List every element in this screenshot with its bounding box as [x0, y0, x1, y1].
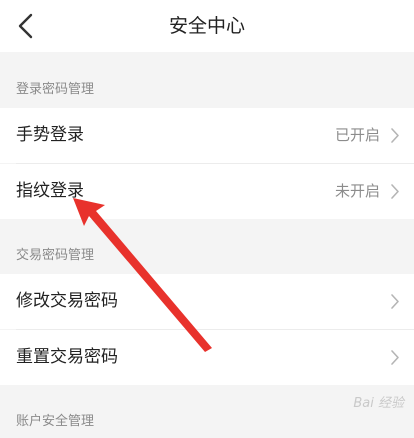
row-reset-trade-password[interactable]: 重置交易密码	[0, 330, 414, 385]
page-title: 安全中心	[168, 15, 245, 37]
row-fingerprint-login[interactable]: 指纹登录 未开启	[0, 164, 414, 219]
chevron-right-icon	[391, 294, 399, 309]
section-header-trade-password: 交易密码管理	[16, 248, 95, 263]
chevron-right-icon	[391, 184, 399, 199]
section-header-account-security: 账户安全管理	[16, 414, 95, 429]
baidu-watermark: Bai 经验	[353, 396, 404, 411]
chevron-right-icon	[391, 128, 399, 143]
row-status: 已开启	[334, 126, 380, 144]
row-label: 修改交易密码	[16, 291, 118, 311]
row-label: 指纹登录	[16, 181, 84, 201]
chevron-right-icon	[391, 350, 399, 365]
row-change-trade-password[interactable]: 修改交易密码	[0, 274, 414, 329]
top-bar: 安全中心	[0, 0, 414, 52]
row-status: 未开启	[334, 182, 380, 200]
row-gesture-login[interactable]: 手势登录 已开启	[0, 108, 414, 163]
row-label: 重置交易密码	[16, 347, 118, 367]
row-label: 手势登录	[16, 125, 84, 145]
section-header-login-password: 登录密码管理	[16, 82, 95, 97]
